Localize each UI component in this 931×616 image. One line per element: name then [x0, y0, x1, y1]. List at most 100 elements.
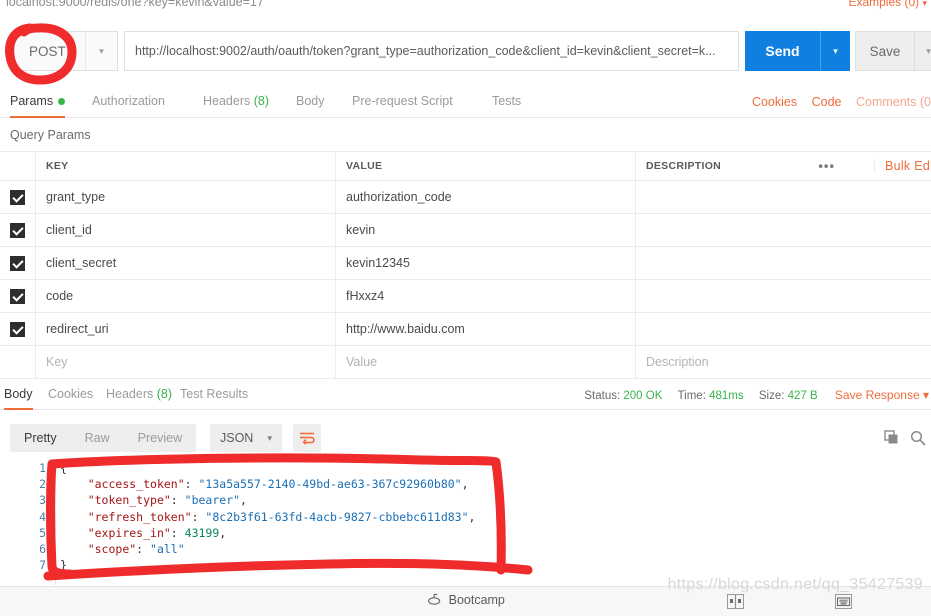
search-icon [910, 430, 926, 446]
save-response-button[interactable]: Save Response ▾ [835, 388, 929, 402]
request-url-row: POST ▾ http://localhost:9002/auth/oauth/… [0, 20, 931, 82]
row-description[interactable] [636, 214, 931, 246]
response-tab-test-results[interactable]: Test Results [180, 382, 248, 410]
send-options-chevron-icon[interactable]: ▾ [820, 31, 850, 71]
header-description-cell: DESCRIPTION ••• Bulk Edit [636, 152, 931, 180]
view-mode-raw[interactable]: Raw [71, 424, 124, 452]
row-checkbox[interactable] [0, 313, 36, 345]
tab-headers-label: Headers [203, 94, 251, 108]
open-request-tab-label[interactable]: localhost:9000/redis/one?key=kevin&value… [6, 0, 264, 9]
keyboard-shortcuts-icon[interactable] [835, 594, 852, 609]
row-value[interactable]: authorization_code [336, 181, 636, 213]
layout-icon [730, 595, 741, 608]
response-tab-body[interactable]: Body [4, 382, 33, 410]
tab-authorization[interactable]: Authorization [92, 88, 165, 118]
response-tabs: Body Cookies Headers (8) Test Results St… [0, 382, 931, 410]
view-mode-preview[interactable]: Preview [124, 424, 196, 452]
row-description[interactable] [636, 247, 931, 279]
table-row[interactable]: client_id kevin [0, 213, 931, 247]
response-tab-headers[interactable]: Headers (8) [106, 382, 172, 410]
code-line: "refresh_token": "8c2b3f61-63fd-4acb-982… [60, 509, 931, 525]
save-response-label: Save Response [834, 388, 920, 402]
header-value: VALUE [336, 152, 636, 180]
table-row[interactable]: code fHxxz4 [0, 279, 931, 313]
row-key[interactable]: redirect_uri [36, 313, 336, 345]
new-key-input[interactable]: Key [36, 346, 336, 378]
copy-icon [884, 430, 898, 444]
word-wrap-button[interactable] [293, 424, 321, 452]
row-checkbox-empty[interactable] [0, 346, 36, 378]
url-input[interactable]: http://localhost:9002/auth/oauth/token?g… [124, 31, 739, 71]
tab-params[interactable]: Params [10, 88, 66, 118]
save-button[interactable]: Save ▾ [855, 31, 931, 71]
table-row[interactable]: client_secret kevin12345 [0, 246, 931, 280]
row-checkbox[interactable] [0, 280, 36, 312]
send-button[interactable]: Send ▾ [745, 31, 850, 71]
time-group: Time: 481ms [678, 390, 747, 402]
row-description[interactable] [636, 313, 931, 345]
tab-body-label: Body [296, 94, 325, 108]
table-row[interactable]: redirect_uri http://www.baidu.com [0, 312, 931, 346]
response-tab-cookies[interactable]: Cookies [48, 382, 93, 410]
tab-body[interactable]: Body [296, 88, 325, 118]
json-body-text[interactable]: { "access_token": "13a5a557-2140-49bd-ae… [60, 460, 931, 585]
tab-tests-label: Tests [492, 94, 522, 108]
view-mode-pretty[interactable]: Pretty [10, 424, 71, 452]
row-key[interactable]: grant_type [36, 181, 336, 213]
active-tab-underline [10, 116, 66, 118]
code-token: "token_type" [87, 493, 171, 508]
code-token: , [468, 509, 476, 524]
row-key[interactable]: client_secret [36, 247, 336, 279]
code-token: : [191, 509, 206, 524]
request-tab-strip: localhost:9000/redis/one?key=kevin&value… [0, 0, 931, 14]
code-token: , [461, 477, 469, 492]
line-number: 7 [39, 558, 46, 573]
checkbox-checked-icon [10, 189, 25, 205]
row-value[interactable]: fHxxz4 [336, 280, 636, 312]
copy-button[interactable] [884, 424, 900, 452]
tab-headers[interactable]: Headers (8) [203, 88, 269, 118]
postman-window: localhost:9000/redis/one?key=kevin&value… [0, 0, 931, 616]
row-key[interactable]: client_id [36, 214, 336, 246]
checkbox-checked-icon [10, 255, 25, 271]
new-description-input[interactable]: Description [636, 346, 931, 378]
row-key[interactable]: code [36, 280, 336, 312]
response-body-code[interactable]: 1 2 3 4 5 6 7 { "access_token": "13a5a55… [0, 460, 931, 585]
row-value[interactable]: kevin12345 [336, 247, 636, 279]
examples-label: Examples (0) [848, 0, 920, 9]
status-group: Status: 200 OK [584, 390, 665, 402]
table-row[interactable]: grant_type authorization_code [0, 180, 931, 214]
row-checkbox[interactable] [0, 214, 36, 246]
row-description[interactable] [636, 181, 931, 213]
http-method-selector[interactable]: POST ▾ [14, 31, 118, 71]
comments-link[interactable]: Comments (0 [856, 95, 931, 109]
status-label: Status: [584, 390, 621, 402]
cookies-link[interactable]: Cookies [752, 95, 797, 109]
code-token: 43199 [184, 525, 220, 540]
code-token: "access_token" [87, 477, 185, 492]
code-link[interactable]: Code [812, 95, 842, 109]
code-token: "13a5a557-2140-49bd-ae63-367c92960b80" [198, 477, 462, 492]
response-tab-test-results-label: Test Results [180, 387, 249, 401]
new-value-input[interactable]: Value [336, 346, 636, 378]
two-pane-layout-icon[interactable] [727, 594, 744, 609]
row-description[interactable] [636, 280, 931, 312]
more-options-icon[interactable]: ••• [818, 159, 835, 174]
tab-pre-request-script[interactable]: Pre-request Script [352, 88, 453, 118]
header-key: KEY [36, 152, 336, 180]
bootcamp-button[interactable]: Bootcamp [426, 593, 505, 607]
examples-link[interactable]: Examples (0) ▾ [848, 0, 927, 9]
tab-tests[interactable]: Tests [492, 88, 521, 118]
bulk-edit-link[interactable]: Bulk Edit [873, 159, 931, 173]
size-value: 427 B [787, 390, 818, 402]
line-number: 1 [39, 461, 46, 475]
save-options-chevron-icon[interactable]: ▾ [914, 32, 931, 70]
row-value[interactable]: http://www.baidu.com [336, 313, 636, 345]
row-value[interactable]: kevin [336, 214, 636, 246]
row-checkbox[interactable] [0, 181, 36, 213]
checkbox-checked-icon [10, 321, 25, 337]
format-selector[interactable]: JSON ▾ [210, 424, 282, 452]
search-button[interactable] [910, 424, 926, 452]
table-row-empty[interactable]: Key Value Description [0, 345, 931, 379]
row-checkbox[interactable] [0, 247, 36, 279]
